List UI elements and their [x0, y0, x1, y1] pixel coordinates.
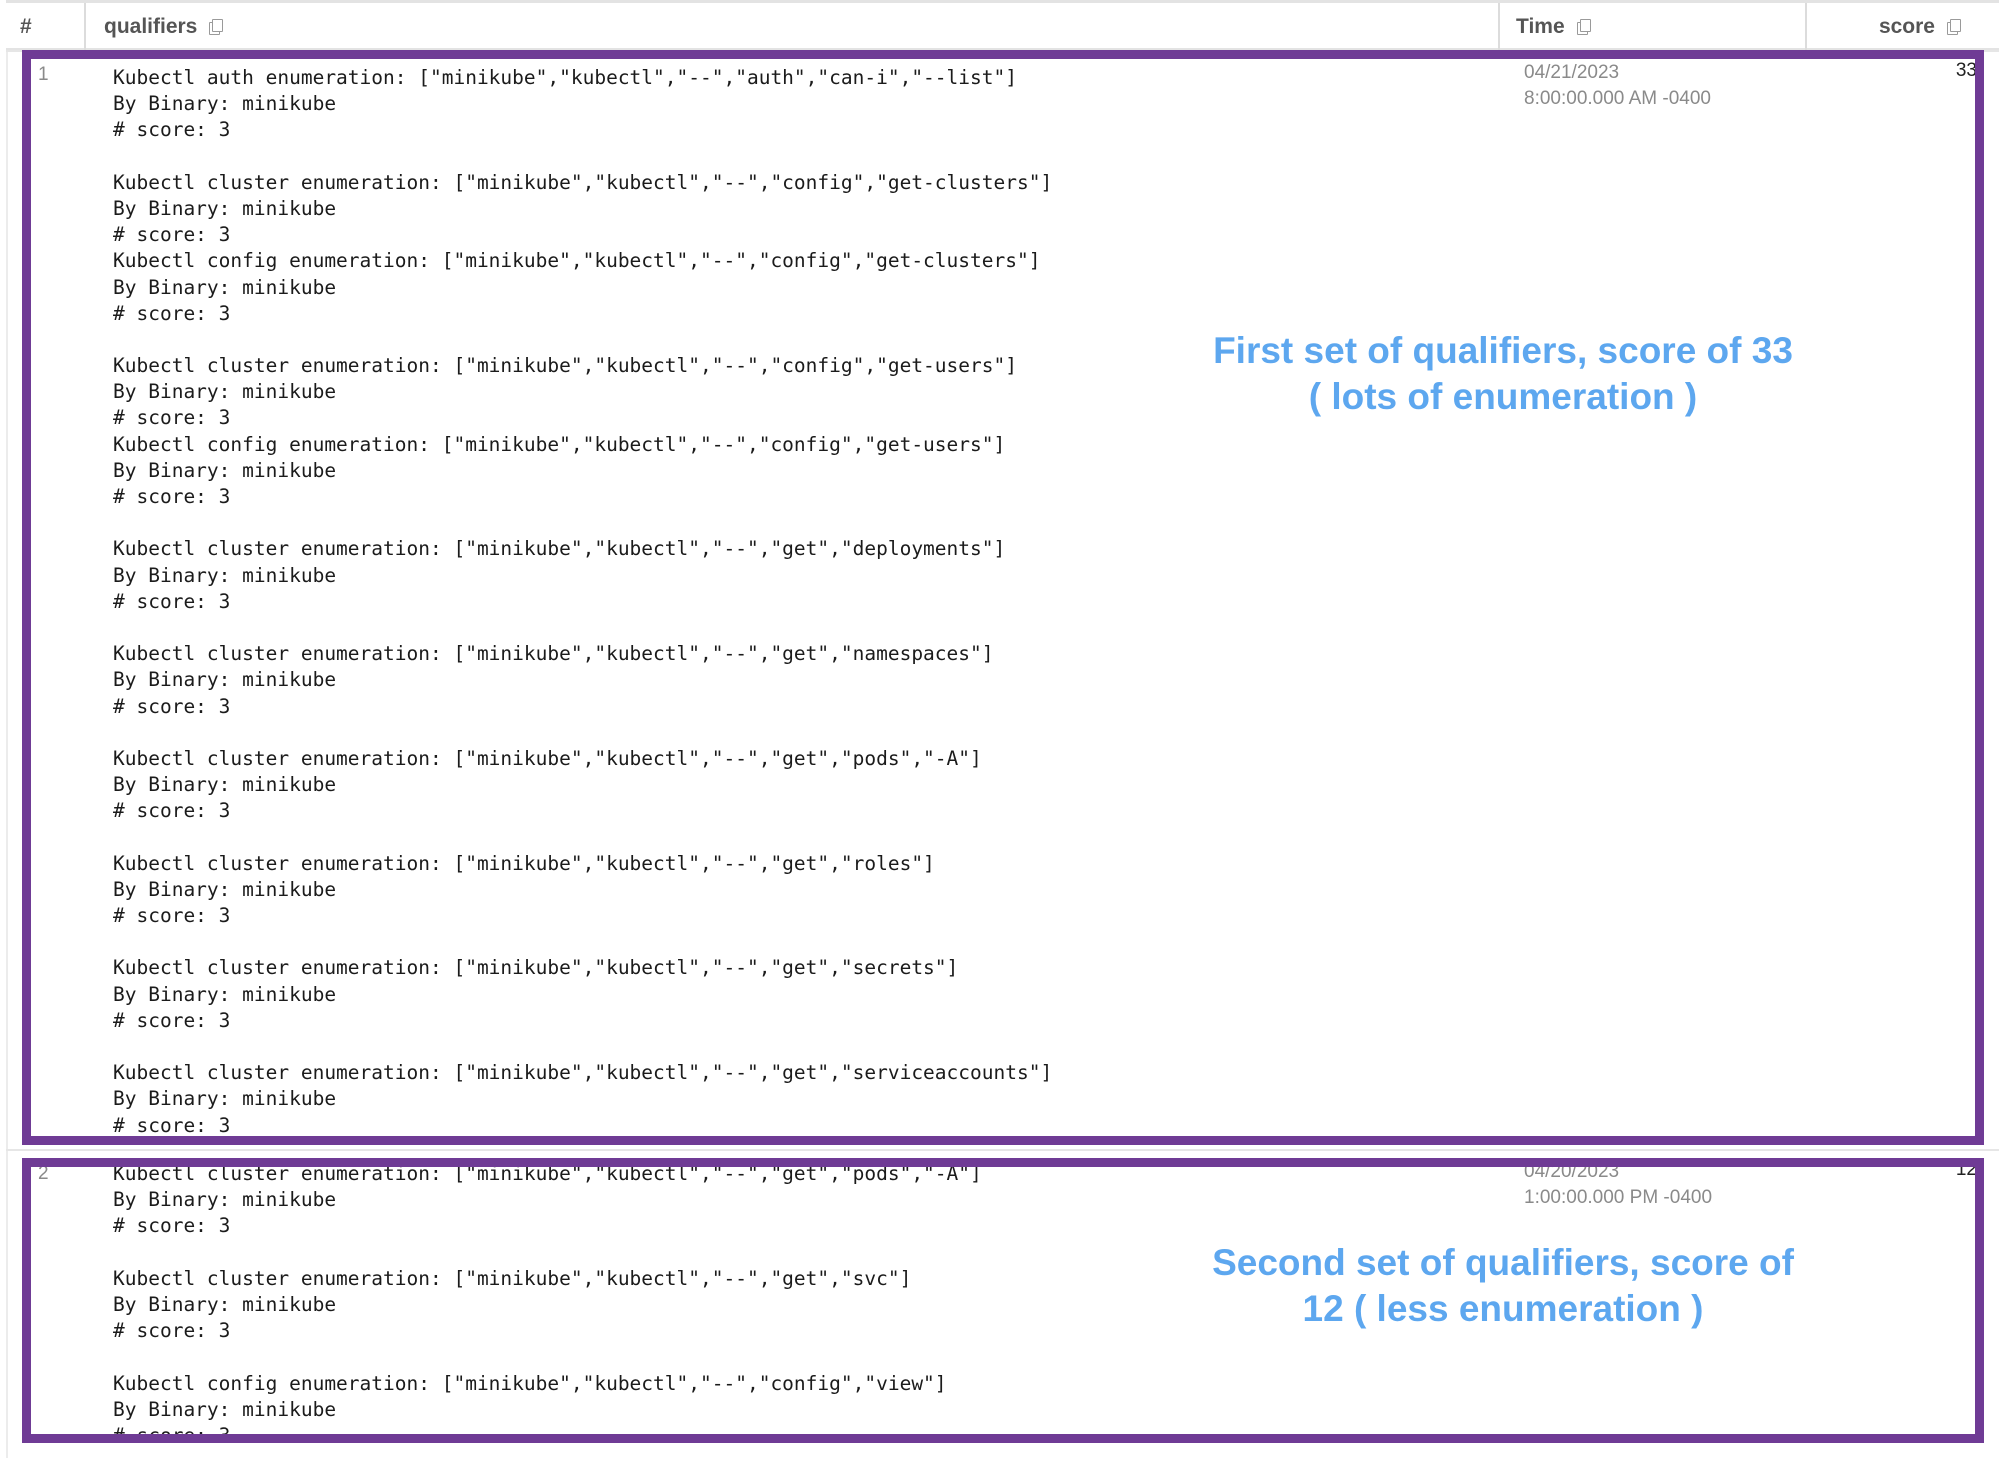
- qualifier-line: By Binary: minikube: [113, 92, 337, 116]
- qualifier-line: By Binary: minikube: [113, 458, 337, 482]
- qualifier-line: Kubectl cluster enumeration: ["minikube"…: [113, 537, 1006, 561]
- qualifier-line: # score: 3: [113, 799, 231, 823]
- qualifier-line: # score: 3: [113, 1214, 231, 1238]
- qualifier-line: Kubectl cluster enumeration: ["minikube"…: [113, 746, 982, 770]
- qualifier-line: # score: 3: [113, 1319, 231, 1343]
- qualifier-line: # score: 3: [113, 694, 231, 718]
- qualifier-line: # score: 3: [113, 589, 231, 613]
- qualifier-line: # score: 3: [113, 1113, 231, 1137]
- column-header-qualifiers-label: qualifiers: [104, 14, 198, 38]
- column-header-qualifiers[interactable]: qualifiers: [84, 3, 1498, 50]
- qualifier-line: [113, 1240, 982, 1266]
- time-date: 04/21/2023: [1524, 62, 1620, 83]
- qualifier-line: Kubectl config enumeration: ["minikube",…: [113, 249, 1041, 273]
- column-header-number[interactable]: #: [6, 3, 84, 50]
- time-cell: 04/20/2023 1:00:00.000 PM -0400: [1524, 1159, 1712, 1211]
- qualifier-line: # score: 3: [113, 301, 231, 325]
- qualifier-line: Kubectl cluster enumeration: ["minikube"…: [113, 1266, 912, 1290]
- score-cell: 33: [1955, 60, 1977, 81]
- qualifier-line: [113, 1034, 1052, 1060]
- column-header-score[interactable]: score: [1805, 3, 1999, 50]
- qualifier-line: By Binary: minikube: [113, 773, 337, 797]
- table-row[interactable]: 1 Kubectl auth enumeration: ["minikube",…: [6, 50, 1999, 1150]
- qualifier-line: Kubectl config enumeration: ["minikube",…: [113, 432, 1006, 456]
- column-header-score-label: score: [1878, 14, 1935, 38]
- copy-icon[interactable]: [1576, 19, 1591, 35]
- copy-icon[interactable]: [1947, 19, 1961, 35]
- qualifier-line: Kubectl cluster enumeration: ["minikube"…: [113, 956, 959, 980]
- qualifier-line: Kubectl cluster enumeration: ["minikube"…: [113, 1162, 982, 1185]
- qualifiers-cell[interactable]: Kubectl cluster enumeration: ["minikube"…: [113, 1161, 982, 1449]
- annotation-first: First set of qualifiers, score of 33 ( l…: [1183, 328, 1823, 420]
- qualifier-line: [113, 144, 1052, 170]
- qualifier-line: Kubectl config enumeration: ["minikube",…: [113, 1371, 947, 1395]
- column-header-time-label: Time: [1516, 14, 1565, 38]
- annotation-second-line1: Second set of qualifiers, score of: [1212, 1242, 1794, 1283]
- qualifier-line: # score: 3: [113, 118, 231, 142]
- qualifier-line: [113, 929, 1052, 955]
- qualifier-line: By Binary: minikube: [113, 275, 337, 299]
- annotation-second-line2: 12 ( less enumeration ): [1302, 1288, 1704, 1329]
- qualifier-line: Kubectl cluster enumeration: ["minikube"…: [113, 851, 935, 875]
- qualifier-line: [113, 615, 1052, 641]
- column-header-number-label: #: [20, 14, 32, 38]
- time-date: 04/20/2023: [1524, 1161, 1620, 1182]
- time-clock: 8:00:00.000 AM -0400: [1524, 88, 1711, 109]
- qualifier-line: By Binary: minikube: [113, 877, 337, 901]
- qualifier-line: # score: 3: [113, 485, 231, 508]
- qualifier-line: By Binary: minikube: [113, 563, 337, 587]
- column-header-time[interactable]: Time: [1498, 3, 1805, 50]
- qualifier-line: [113, 327, 1052, 353]
- score-cell: 12: [1955, 1159, 1977, 1180]
- qualifier-line: By Binary: minikube: [113, 1188, 337, 1212]
- qualifier-line: Kubectl cluster enumeration: ["minikube"…: [113, 170, 1053, 194]
- annotation-second: Second set of qualifiers, score of 12 ( …: [1183, 1240, 1823, 1332]
- row-number: 2: [38, 1163, 49, 1184]
- qualifiers-cell[interactable]: Kubectl auth enumeration: ["minikube","k…: [113, 65, 1052, 1139]
- qualifier-line: [113, 720, 1052, 746]
- qualifier-line: By Binary: minikube: [113, 982, 337, 1006]
- qualifier-line: Kubectl cluster enumeration: ["minikube"…: [113, 1061, 1053, 1085]
- annotation-first-line2: ( lots of enumeration ): [1308, 376, 1698, 417]
- qualifier-line: By Binary: minikube: [113, 668, 337, 692]
- qualifier-line: [113, 510, 1052, 536]
- row-number: 1: [38, 64, 49, 85]
- qualifier-line: # score: 3: [113, 1423, 231, 1447]
- qualifier-line: By Binary: minikube: [113, 380, 337, 404]
- qualifier-line: [113, 824, 1052, 850]
- qualifier-line: # score: 3: [113, 223, 231, 247]
- qualifier-line: By Binary: minikube: [113, 196, 337, 220]
- qualifier-line: Kubectl cluster enumeration: ["minikube"…: [113, 642, 994, 666]
- annotation-first-line1: First set of qualifiers, score of 33: [1213, 330, 1793, 371]
- qualifier-line: By Binary: minikube: [113, 1397, 337, 1421]
- time-cell: 04/21/2023 8:00:00.000 AM -0400: [1524, 60, 1711, 112]
- qualifier-line: By Binary: minikube: [113, 1292, 337, 1316]
- copy-icon[interactable]: [209, 19, 224, 35]
- qualifier-line: # score: 3: [113, 406, 231, 430]
- qualifier-line: Kubectl cluster enumeration: ["minikube"…: [113, 354, 1017, 378]
- time-clock: 1:00:00.000 PM -0400: [1524, 1187, 1713, 1208]
- table-header: # qualifiers Time score: [6, 0, 1999, 50]
- qualifier-line: [113, 1344, 982, 1370]
- qualifier-line: # score: 3: [113, 904, 231, 927]
- qualifier-line: Kubectl auth enumeration: ["minikube","k…: [113, 66, 1017, 89]
- qualifier-line: # score: 3: [113, 1008, 231, 1032]
- qualifier-line: By Binary: minikube: [113, 1087, 337, 1111]
